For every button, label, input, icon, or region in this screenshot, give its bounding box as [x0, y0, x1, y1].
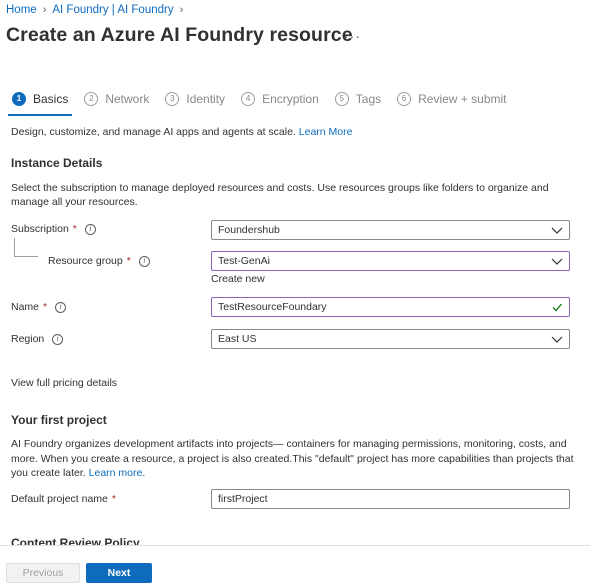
step-label: Identity [186, 92, 226, 106]
previous-button[interactable]: Previous [6, 563, 80, 583]
info-icon[interactable]: i [138, 255, 150, 267]
region-label-text: Region [11, 333, 45, 345]
tree-connector [14, 256, 38, 257]
subscription-label-text: Subscription [11, 223, 69, 235]
instance-details-description: Select the subscription to manage deploy… [11, 181, 581, 209]
tab-identity[interactable]: 3 Identity [165, 92, 225, 106]
required-marker: * [126, 255, 131, 267]
step-number-icon: 5 [334, 92, 349, 106]
step-number-icon: 3 [165, 92, 180, 106]
description-text: you create later. [11, 467, 86, 479]
intro-text: Design, customize, and manage AI apps an… [11, 126, 352, 138]
subscription-value: Foundershub [218, 224, 280, 236]
subscription-label: Subscription * i [11, 223, 96, 235]
description-line: you create later. Learn more. [11, 466, 583, 481]
step-number-icon: 4 [241, 92, 256, 106]
chevron-down-icon [551, 227, 563, 234]
name-label: Name * i [11, 301, 67, 313]
name-value: TestResourceFoundary [218, 301, 327, 313]
step-number-icon: 6 [397, 92, 412, 106]
first-project-description: AI Foundry organizes development artifac… [11, 437, 583, 481]
resource-group-label-text: Resource group [48, 255, 123, 267]
default-project-name-label: Default project name * [11, 493, 116, 505]
instance-details-heading: Instance Details [11, 156, 103, 170]
required-marker: * [43, 301, 48, 313]
more-options-icon[interactable]: ··· [344, 28, 361, 44]
resource-group-dropdown[interactable]: Test-GenAi [211, 251, 570, 271]
breadcrumb-ai-foundry-link[interactable]: AI Foundry | AI Foundry [52, 4, 173, 16]
chevron-right-icon: › [179, 4, 184, 16]
wizard-steps: 1 Basics 2 Network 3 Identity 4 Encrypti… [12, 92, 523, 106]
info-icon[interactable]: i [55, 301, 67, 313]
checkmark-icon [552, 303, 562, 312]
info-icon[interactable]: i [52, 333, 64, 345]
region-label: Region i [11, 333, 64, 345]
region-dropdown[interactable]: East US [211, 329, 570, 349]
description-line: more. When you create a resource, a proj… [11, 452, 574, 465]
breadcrumb: Home › AI Foundry | AI Foundry › [6, 4, 183, 16]
default-project-name-value: firstProject [218, 493, 268, 505]
tab-basics[interactable]: 1 Basics [12, 92, 68, 106]
chevron-right-icon: › [42, 4, 47, 16]
chevron-down-icon [551, 336, 563, 343]
step-label: Encryption [262, 92, 319, 106]
tab-network[interactable]: 2 Network [84, 92, 149, 106]
default-project-name-label-text: Default project name [11, 493, 108, 505]
footer-divider [0, 545, 590, 546]
active-tab-indicator [8, 114, 72, 116]
resource-group-label: Resource group * i [48, 255, 150, 267]
project-learn-more-link[interactable]: Learn more. [89, 467, 146, 479]
required-marker: * [72, 223, 77, 235]
tree-connector [14, 238, 15, 256]
tab-review-submit[interactable]: 6 Review + submit [397, 92, 507, 106]
resource-group-value: Test-GenAi [218, 255, 270, 267]
tab-encryption[interactable]: 4 Encryption [241, 92, 319, 106]
breadcrumb-home-link[interactable]: Home [6, 4, 37, 16]
subscription-dropdown[interactable]: Foundershub [211, 220, 570, 240]
region-value: East US [218, 333, 257, 345]
name-label-text: Name [11, 301, 40, 313]
first-project-heading: Your first project [11, 413, 107, 427]
tab-tags[interactable]: 5 Tags [334, 92, 382, 106]
info-icon[interactable]: i [84, 223, 96, 235]
description-line: AI Foundry organizes development artifac… [11, 438, 567, 450]
step-label: Review + submit [418, 92, 507, 106]
step-number-icon: 2 [84, 92, 99, 106]
description-line: manage all your resources. [11, 196, 138, 208]
step-number-icon: 1 [12, 92, 26, 106]
chevron-down-icon [551, 258, 563, 265]
view-pricing-link[interactable]: View full pricing details [11, 377, 117, 389]
learn-more-link[interactable]: Learn More [299, 126, 353, 138]
step-label: Tags [355, 92, 382, 106]
default-project-name-input[interactable]: firstProject [211, 489, 570, 509]
step-label: Basics [33, 92, 69, 106]
page-title: Create an Azure AI Foundry resource [6, 24, 353, 46]
name-input[interactable]: TestResourceFoundary [211, 297, 570, 317]
intro-description: Design, customize, and manage AI apps an… [11, 126, 296, 138]
step-label: Network [105, 92, 150, 106]
description-line: Select the subscription to manage deploy… [11, 182, 549, 194]
next-button[interactable]: Next [86, 563, 152, 583]
required-marker: * [111, 493, 116, 505]
create-new-resource-group-link[interactable]: Create new [211, 273, 265, 285]
